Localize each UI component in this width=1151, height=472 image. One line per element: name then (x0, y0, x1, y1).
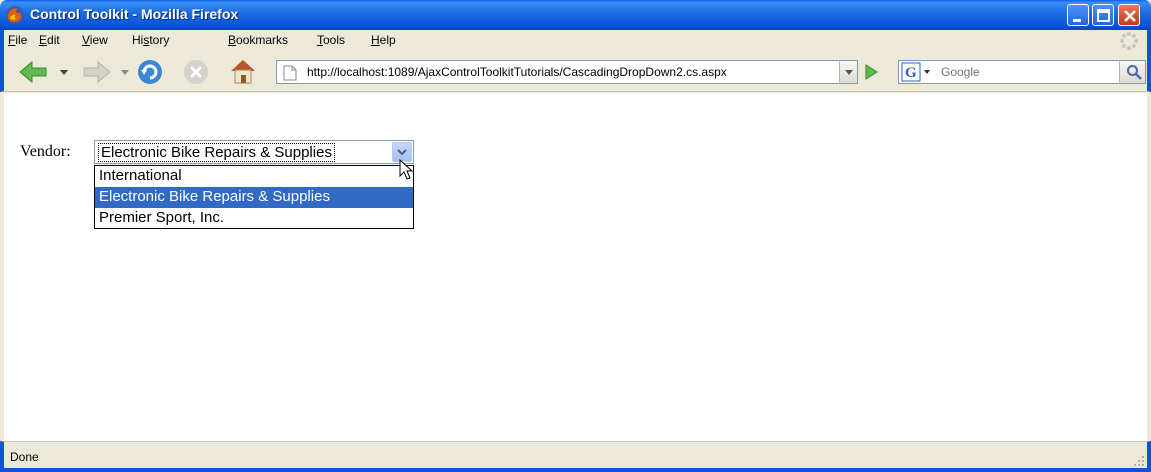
menu-file-label: ile (15, 33, 28, 47)
search-box: G (898, 60, 1146, 84)
back-icon[interactable] (18, 60, 50, 84)
vendor-label: Vendor: (20, 143, 71, 160)
menu-bookmarks[interactable]: Bookmarks (228, 33, 288, 47)
navigation-toolbar: http://localhost:1089/AjaxControlToolkit… (0, 52, 1151, 92)
vendor-option[interactable]: Premier Sport, Inc. (95, 208, 413, 229)
menu-help[interactable]: Help (371, 33, 396, 47)
url-history-dropdown[interactable] (839, 61, 857, 83)
menu-edit-label: dit (47, 33, 60, 47)
menu-edit-accel: E (39, 33, 48, 47)
menu-view[interactable]: View (82, 33, 108, 47)
search-button[interactable] (1119, 61, 1145, 83)
mouse-cursor-icon (399, 159, 413, 180)
stop-icon[interactable] (182, 58, 210, 86)
maximize-icon (1097, 9, 1110, 22)
close-button[interactable] (1118, 4, 1140, 26)
menu-help-label: elp (379, 33, 396, 47)
google-icon: G (901, 62, 930, 82)
forward-dropdown-icon[interactable] (121, 70, 129, 76)
vendor-option[interactable]: International (95, 166, 413, 187)
vendor-dropdown-list: International Electronic Bike Repairs & … (94, 165, 414, 229)
svg-text:G: G (905, 65, 917, 81)
reload-icon[interactable] (136, 58, 164, 86)
close-icon (1124, 10, 1136, 22)
forward-icon[interactable] (80, 60, 112, 84)
search-input[interactable] (941, 62, 1111, 82)
menu-history-pre: Hi (132, 33, 144, 47)
menu-bar: File Edit View History Bookmarks Tools H… (0, 30, 1151, 52)
window-title: Control Toolkit - Mozilla Firefox (30, 6, 239, 22)
minimize-button[interactable] (1067, 4, 1089, 26)
browser-window: Control Toolkit - Mozilla Firefox File E… (0, 0, 1151, 472)
chevron-down-icon (845, 70, 853, 75)
status-text: Done (10, 450, 39, 464)
search-engine-selector[interactable]: G (901, 62, 935, 82)
menu-edit[interactable]: Edit (39, 33, 60, 47)
menu-history-label: tory (149, 33, 170, 47)
vendor-select[interactable]: Electronic Bike Repairs & Supplies (94, 140, 414, 164)
home-icon[interactable] (228, 57, 258, 85)
back-dropdown-icon[interactable] (60, 70, 68, 76)
menu-bookmarks-label: ookmarks (236, 33, 289, 47)
magnifier-icon (1127, 65, 1142, 80)
menu-tools[interactable]: Tools (317, 33, 345, 47)
page-content: Vendor: Electronic Bike Repairs & Suppli… (4, 93, 1147, 441)
throbber-icon (1120, 32, 1138, 50)
firefox-icon (6, 6, 24, 24)
address-bar[interactable]: http://localhost:1089/AjaxControlToolkit… (276, 60, 858, 84)
status-bar: Done (0, 441, 1151, 472)
menu-tools-label: ools (323, 33, 346, 47)
menu-history[interactable]: History (132, 33, 169, 47)
page-icon (283, 65, 297, 81)
minimize-icon (1073, 19, 1081, 22)
maximize-button[interactable] (1092, 4, 1114, 26)
menu-view-label: iew (89, 33, 108, 47)
menu-view-accel: V (82, 33, 90, 47)
menu-help-accel: H (371, 33, 380, 47)
chevron-down-icon (397, 149, 407, 156)
vendor-select-value: Electronic Bike Repairs & Supplies (98, 143, 335, 162)
resize-grip-icon[interactable] (1133, 455, 1145, 467)
vendor-option-highlighted[interactable]: Electronic Bike Repairs & Supplies (95, 187, 413, 208)
menu-file[interactable]: File (8, 33, 27, 47)
menu-bookmarks-accel: B (228, 33, 237, 47)
go-button-icon[interactable] (864, 64, 878, 80)
url-text: http://localhost:1089/AjaxControlToolkit… (307, 65, 727, 79)
title-bar[interactable]: Control Toolkit - Mozilla Firefox (0, 0, 1151, 30)
